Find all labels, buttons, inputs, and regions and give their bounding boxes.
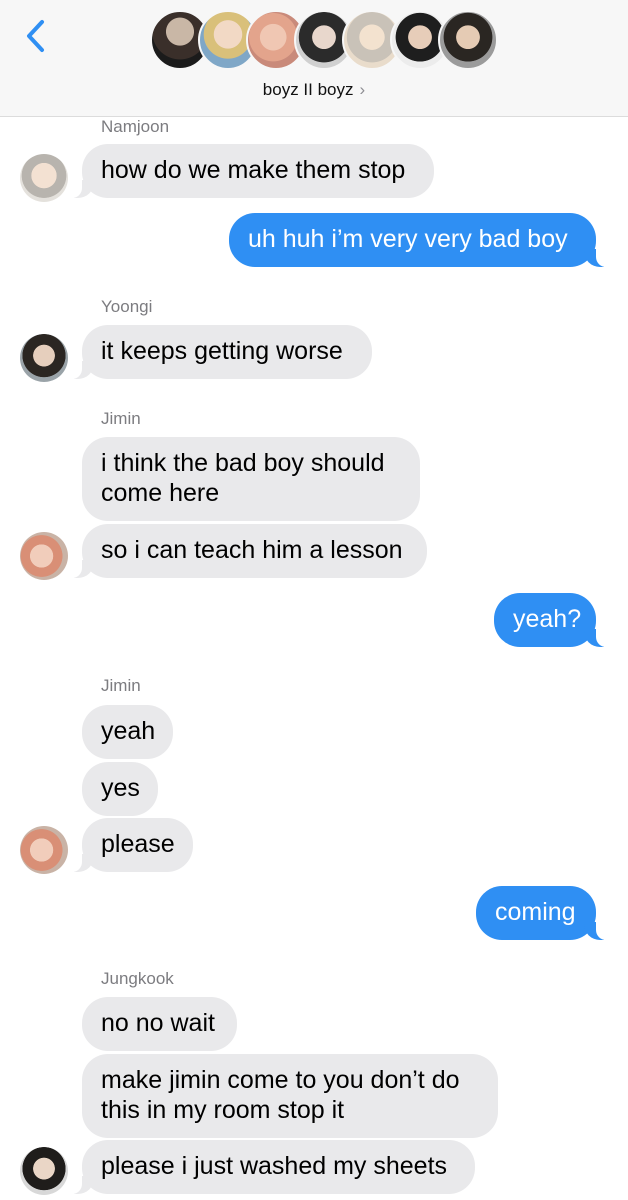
message-bubble-incoming[interactable]: yes	[82, 762, 158, 816]
message-bubble-incoming[interactable]: yeah	[82, 705, 173, 759]
message-bubble-incoming[interactable]: please	[70, 818, 193, 872]
message-bubble-outgoing[interactable]: uh huh i’m very very bad boy	[229, 213, 608, 267]
message-bubble-incoming[interactable]: no no wait	[82, 997, 237, 1051]
sender-name: Jimin	[101, 409, 141, 428]
sender-name: Jimin	[101, 676, 141, 695]
avatar[interactable]	[20, 334, 68, 382]
message-bubble-outgoing[interactable]: coming	[476, 886, 608, 940]
message-bubble-outgoing[interactable]: yeah?	[494, 593, 608, 647]
message-bubble-incoming[interactable]: please i just washed my sheets	[70, 1140, 475, 1194]
avatar[interactable]	[20, 826, 68, 874]
message-list: Namjoon how do we make them stop uh huh …	[0, 0, 628, 1200]
message-bubble-incoming[interactable]: make jimin come to you don’t do this in …	[82, 1054, 498, 1138]
sender-name: Namjoon	[101, 117, 170, 136]
avatar[interactable]	[20, 1147, 68, 1195]
sender-name: Yoongi	[101, 297, 153, 316]
message-bubble-incoming[interactable]: how do we make them stop	[70, 144, 434, 198]
message-bubble-incoming[interactable]: it keeps getting worse	[70, 325, 372, 379]
avatar[interactable]	[20, 154, 68, 202]
sender-name: Jungkook	[101, 969, 174, 988]
message-bubble-incoming[interactable]: i think the bad boy should come here	[82, 437, 420, 521]
avatar[interactable]	[20, 532, 68, 580]
message-bubble-incoming[interactable]: so i can teach him a lesson	[70, 524, 427, 578]
